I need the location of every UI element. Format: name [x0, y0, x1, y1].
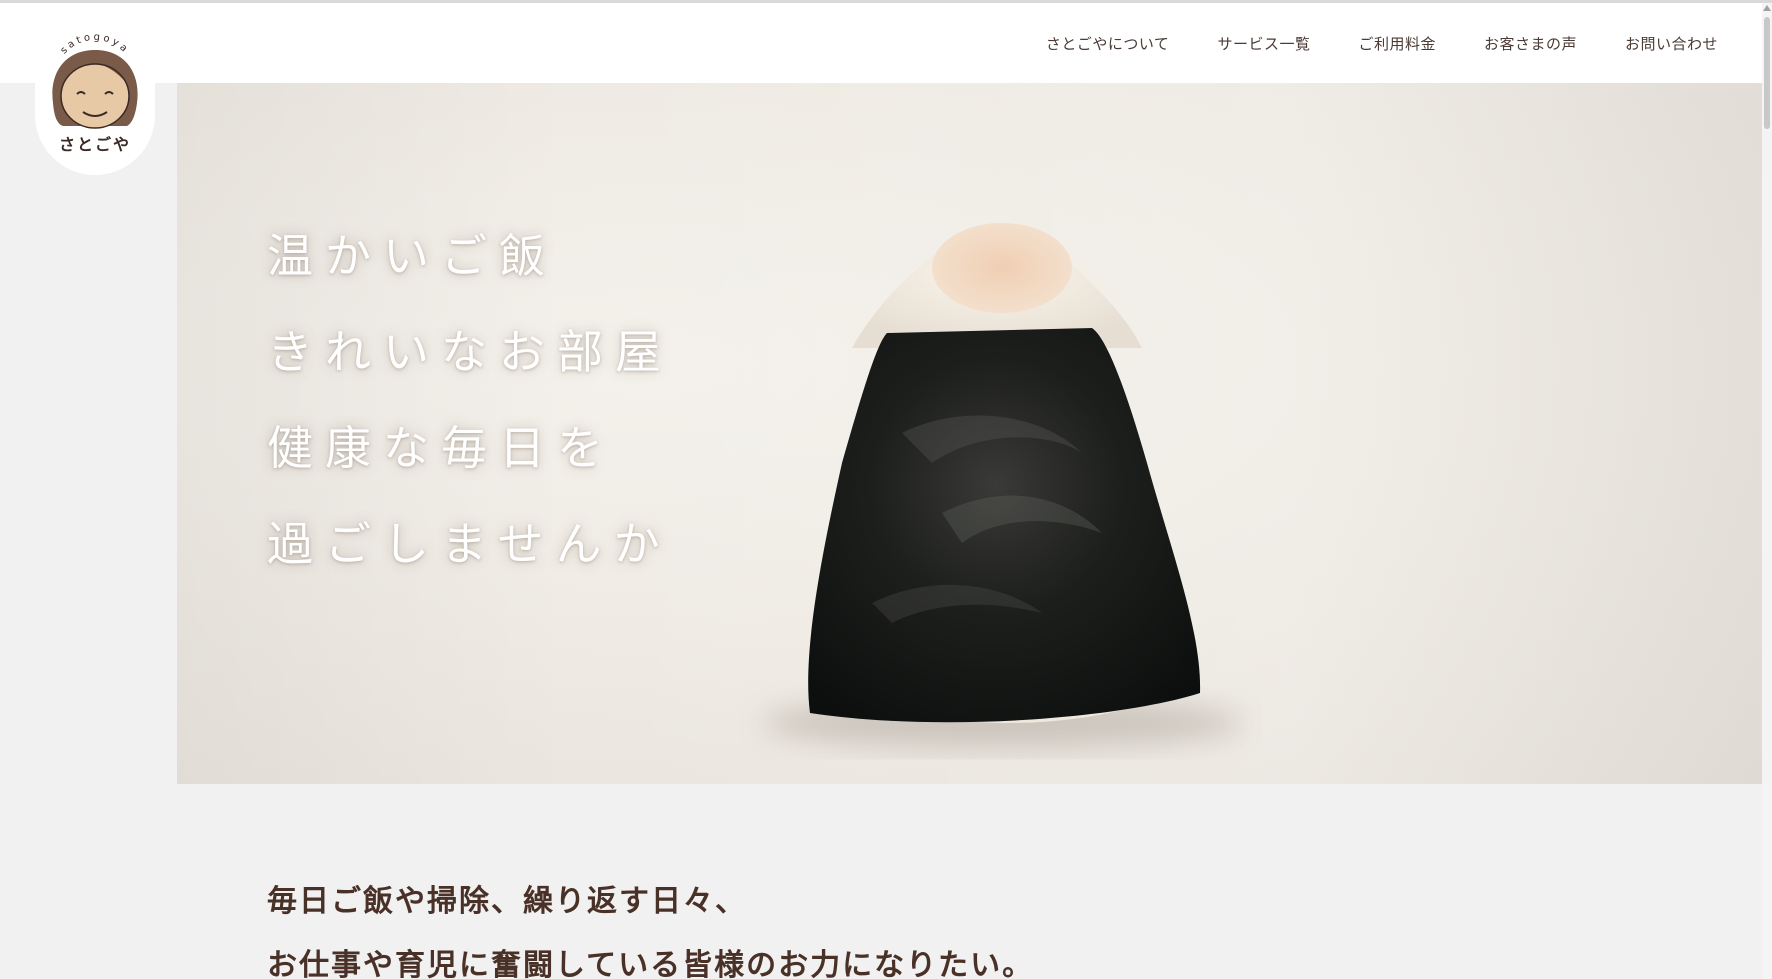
- onigiri-image: [762, 223, 1242, 749]
- logo-face-icon: satogoya: [52, 32, 138, 129]
- site-header: さとごやについて サービス一覧 ご利用料金 お客さまの声 お問い合わせ: [0, 3, 1762, 83]
- hero-banner: 温かいご飯 きれいなお部屋 健康な毎日を 過ごしませんか: [177, 83, 1762, 784]
- logo[interactable]: satogoya さとごや: [35, 28, 155, 175]
- nav-link-contact[interactable]: お問い合わせ: [1625, 33, 1718, 54]
- nav-link-testimonials[interactable]: お客さまの声: [1484, 33, 1577, 54]
- hero-line: きれいなお部屋: [267, 325, 673, 379]
- main-nav: さとごやについて サービス一覧 ご利用料金 お客さまの声 お問い合わせ: [998, 3, 1718, 83]
- hero-line: 温かいご飯: [267, 229, 557, 283]
- vertical-scrollbar[interactable]: [1762, 3, 1772, 979]
- page: さとごやについて サービス一覧 ご利用料金 お客さまの声 お問い合わせ 温かいご…: [0, 0, 1772, 979]
- scroll-thumb[interactable]: [1764, 17, 1770, 129]
- intro-line: 毎日ご飯や掃除、繰り返す日々、: [267, 884, 747, 919]
- hero-line: 健康な毎日を: [267, 421, 615, 475]
- intro-line: お仕事や育児に奮闘している皆様のお力になりたい。: [267, 948, 1035, 979]
- logo-text: さとごや: [58, 135, 131, 154]
- hero-copy: 温かいご飯 きれいなお部屋 健康な毎日を 過ごしませんか: [267, 208, 673, 592]
- nav-link-about[interactable]: さとごやについて: [1046, 33, 1170, 54]
- scroll-up-arrow-icon[interactable]: [1763, 5, 1771, 11]
- nav-link-services[interactable]: サービス一覧: [1217, 33, 1310, 54]
- hero-line: 過ごしませんか: [267, 517, 672, 571]
- intro-section: 毎日ご飯や掃除、繰り返す日々、 お仕事や育児に奮闘している皆様のお力になりたい。: [267, 870, 1034, 979]
- nav-link-pricing[interactable]: ご利用料金: [1358, 33, 1436, 54]
